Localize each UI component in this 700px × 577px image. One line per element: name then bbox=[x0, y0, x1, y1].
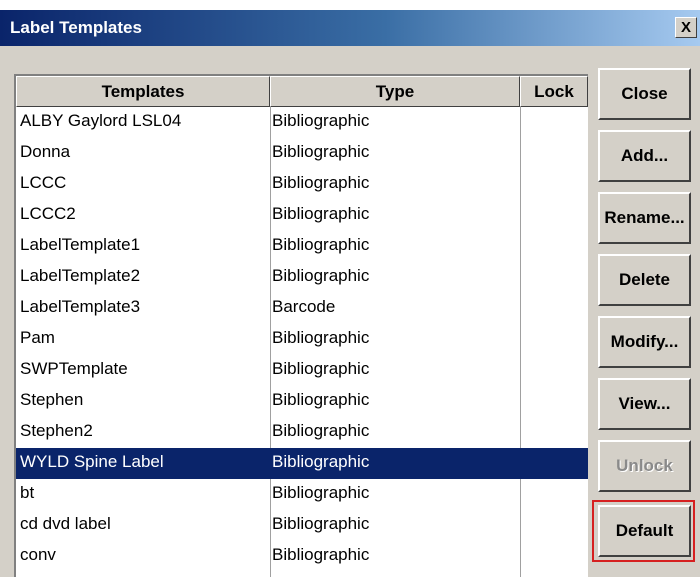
table-row[interactable]: LCCC2 Bibliographic bbox=[16, 200, 588, 231]
template-name: conv bbox=[20, 545, 56, 564]
template-name: LabelTemplate1 bbox=[20, 235, 141, 254]
window-title: Label Templates bbox=[10, 18, 142, 37]
unlock-button[interactable]: Unlock bbox=[598, 440, 691, 492]
table-row[interactable]: Pam Bibliographic bbox=[16, 324, 588, 355]
table-row[interactable]: Stephen2 Bibliographic bbox=[16, 417, 588, 448]
modify-button[interactable]: Modify... bbox=[598, 316, 691, 368]
delete-button[interactable]: Delete bbox=[598, 254, 691, 306]
template-type: Bibliographic bbox=[272, 545, 370, 564]
template-type: Bibliographic bbox=[272, 483, 370, 502]
table-row[interactable]: bt Bibliographic bbox=[16, 479, 588, 510]
column-header-templates[interactable]: Templates bbox=[16, 76, 270, 107]
template-name: cd dvd label bbox=[20, 514, 111, 533]
table-row[interactable]: cd dvd label Bibliographic bbox=[16, 510, 588, 541]
table-row[interactable]: Stephen Bibliographic bbox=[16, 386, 588, 417]
rename-button[interactable]: Rename... bbox=[598, 192, 691, 244]
template-type: Bibliographic bbox=[272, 142, 370, 161]
table-row[interactable]: LabelTemplate2 Bibliographic bbox=[16, 262, 588, 293]
table-body: ALBY Gaylord LSL04 Bibliographic Donna Bib… bbox=[16, 107, 588, 572]
template-name: bt bbox=[20, 483, 35, 502]
table-row[interactable]: ALBY Gaylord LSL04 Bibliographic bbox=[16, 107, 588, 138]
top-strip bbox=[0, 0, 700, 10]
template-name: LabelTemplate3 bbox=[20, 297, 141, 316]
template-type: Bibliographic bbox=[272, 266, 370, 285]
template-name: SWPTemplate bbox=[20, 359, 128, 378]
view-button[interactable]: View... bbox=[598, 378, 691, 430]
template-name: WYLD Spine Label bbox=[20, 452, 164, 471]
template-type: Bibliographic bbox=[272, 173, 370, 192]
table-row[interactable]: SWPTemplate Bibliographic bbox=[16, 355, 588, 386]
table-row[interactable]: LabelTemplate1 Bibliographic bbox=[16, 231, 588, 262]
template-type: Bibliographic bbox=[272, 514, 370, 533]
template-type: Barcode bbox=[272, 297, 336, 316]
title-bar[interactable]: Label Templates X bbox=[0, 10, 700, 46]
template-name: LCCC2 bbox=[20, 204, 76, 223]
template-type: Bibliographic bbox=[272, 359, 370, 378]
add-button[interactable]: Add... bbox=[598, 130, 691, 182]
table-row[interactable]: conv Bibliographic bbox=[16, 541, 588, 572]
template-type: Bibliographic bbox=[272, 421, 370, 440]
column-header-type[interactable]: Type bbox=[270, 76, 520, 107]
template-name: ALBY Gaylord LSL04 bbox=[20, 111, 182, 130]
template-type: Bibliographic bbox=[272, 111, 370, 130]
templates-table: Templates Type Lock ALBY Gaylord LSL04 Bi… bbox=[14, 74, 588, 577]
template-name: LabelTemplate2 bbox=[20, 266, 141, 285]
default-button[interactable]: Default bbox=[598, 505, 691, 557]
column-header-lock[interactable]: Lock bbox=[520, 76, 588, 107]
table-row[interactable]: LabelTemplate3 Barcode bbox=[16, 293, 588, 324]
table-row-selected[interactable]: WYLD Spine Label Bibliographic bbox=[16, 448, 588, 479]
template-name: Pam bbox=[20, 328, 55, 347]
template-name: Donna bbox=[20, 142, 71, 161]
template-type: Bibliographic bbox=[272, 328, 370, 347]
table-row[interactable]: Donna Bibliographic bbox=[16, 138, 588, 169]
template-type: Bibliographic bbox=[272, 235, 370, 254]
close-window-icon[interactable]: X bbox=[675, 17, 697, 38]
template-type: Bibliographic bbox=[272, 204, 370, 223]
close-button[interactable]: Close bbox=[598, 68, 691, 120]
template-name: Stephen2 bbox=[20, 421, 93, 440]
template-type: Bibliographic bbox=[272, 390, 370, 409]
table-row[interactable]: LCCC Bibliographic bbox=[16, 169, 588, 200]
template-type: Bibliographic bbox=[272, 452, 370, 471]
template-name: Stephen bbox=[20, 390, 84, 409]
template-name: LCCC bbox=[20, 173, 67, 192]
